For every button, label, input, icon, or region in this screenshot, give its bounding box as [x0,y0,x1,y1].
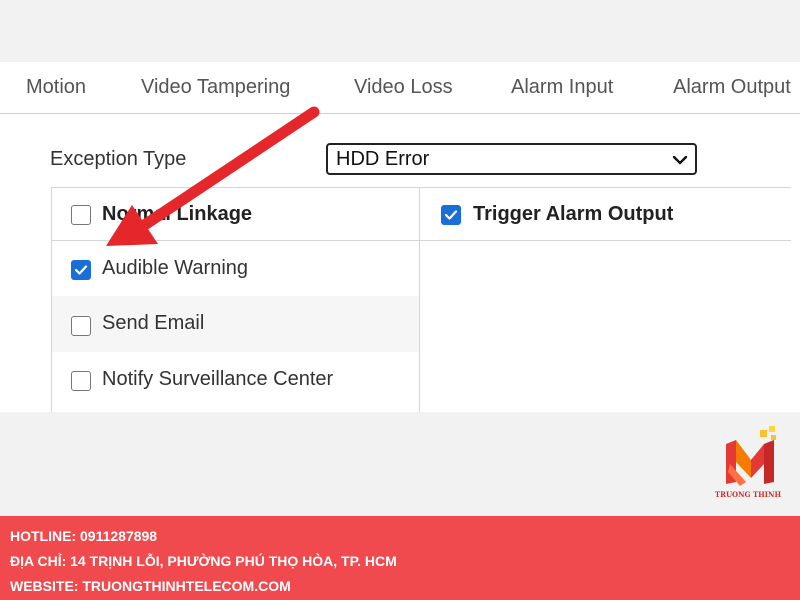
tab-alarm-input[interactable]: Alarm Input [511,76,613,99]
footer-address: ĐỊA CHỈ: 14 TRỊNH LỖI, PHƯỜNG PHÚ THỌ HÒ… [10,553,397,569]
column-divider [419,187,420,412]
tab-motion[interactable]: Motion [26,76,86,99]
trigger-alarm-output-header: Trigger Alarm Output [473,203,674,225]
audible-warning-checkbox[interactable] [71,260,91,280]
tab-bar: Motion Video Tampering Video Loss Alarm … [0,62,800,114]
logo-brand-text: TRUONG THINH [714,490,782,499]
send-email-checkbox[interactable] [71,316,91,336]
chevron-down-icon [672,155,688,165]
notify-surveillance-center-label: Notify Surveillance Center [102,368,334,390]
audible-warning-label: Audible Warning [102,257,249,279]
contact-footer: HOTLINE: 0911287898 ĐỊA CHỈ: 14 TRỊNH LỖ… [0,516,800,600]
checkmark-icon [74,265,88,275]
exception-type-value: HDD Error [336,148,430,170]
exception-type-select[interactable]: HDD Error [326,143,697,175]
tab-video-loss[interactable]: Video Loss [354,76,453,99]
footer-website: WEBSITE: TRUONGTHINHTELECOM.COM [10,578,291,594]
trigger-alarm-output-checkbox[interactable] [441,205,461,225]
checkmark-icon [444,210,458,220]
send-email-label: Send Email [102,312,205,334]
footer-hotline: HOTLINE: 0911287898 [10,528,158,544]
header-divider [51,240,791,241]
tab-alarm-output[interactable]: Alarm Output [673,76,791,99]
normal-linkage-checkbox[interactable] [71,205,91,225]
normal-linkage-header: Normal Linkage [102,203,253,225]
tab-video-tampering[interactable]: Video Tampering [141,76,290,99]
exception-type-label: Exception Type [50,148,187,170]
notify-surveillance-center-checkbox[interactable] [71,371,91,391]
